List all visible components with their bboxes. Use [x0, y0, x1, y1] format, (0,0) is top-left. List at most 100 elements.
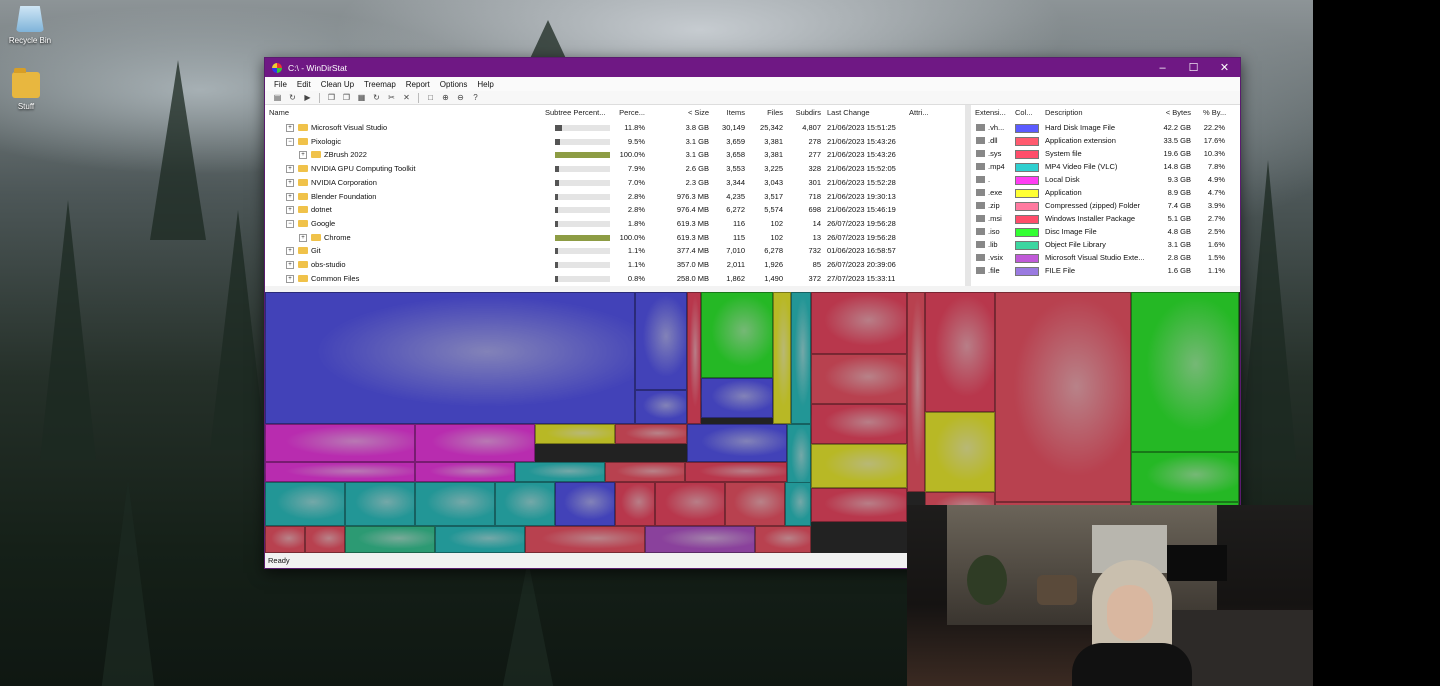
expand-icon[interactable]: +	[286, 165, 294, 174]
treemap-tile[interactable]	[515, 462, 605, 482]
extension-row[interactable]: .dll Application extension 33.5 GB 17.6%	[971, 134, 1240, 147]
treemap-tile[interactable]	[635, 390, 687, 424]
treemap-tile[interactable]	[1131, 452, 1239, 502]
column-header[interactable]: Perce...	[619, 108, 645, 117]
treemap-tile[interactable]	[773, 292, 791, 424]
column-header[interactable]: Last Change	[827, 108, 870, 117]
column-header[interactable]: Description	[1045, 108, 1083, 117]
treemap-tile[interactable]	[265, 292, 635, 424]
maximize-button[interactable]: ☐	[1178, 58, 1209, 77]
treemap-tile[interactable]	[605, 462, 685, 482]
treemap-tile[interactable]	[635, 292, 687, 390]
extension-row[interactable]: .vsix Microsoft Visual Studio Exte... 2.8 …	[971, 251, 1240, 264]
title-bar[interactable]: C:\ - WinDirStat – ☐ ✕	[265, 58, 1240, 77]
zoom-in-icon[interactable]: ⊕	[439, 92, 452, 103]
tree-row[interactable]: + Microsoft Visual Studio 11.8% 3.8 GB 30,14…	[265, 121, 965, 135]
treemap-tile[interactable]	[345, 526, 435, 553]
extension-row[interactable]: .mp4 MP4 Video File (VLC) 14.8 GB 7.8%	[971, 160, 1240, 173]
treemap-tile[interactable]	[687, 292, 701, 424]
tree-row[interactable]: + dotnet 2.8% 976.4 MB 6,272 5,574 698 21/06/20…	[265, 203, 965, 217]
tree-row[interactable]: + Common Files 0.8% 258.0 MB 1,862 1,490 372 27…	[265, 272, 965, 286]
tree-row[interactable]: + ZBrush 2022 100.0% 3.1 GB 3,658 3,381 277 21/…	[265, 148, 965, 162]
menu-clean-up[interactable]: Clean Up	[316, 80, 359, 89]
column-header[interactable]: Subtree Percent...	[545, 108, 605, 117]
column-header[interactable]: Subdirs	[795, 108, 821, 117]
refresh-icon[interactable]: ↻	[370, 92, 383, 103]
treemap-tile[interactable]	[811, 292, 907, 354]
expand-icon[interactable]: +	[299, 151, 307, 160]
tree-row[interactable]: + Blender Foundation 2.8% 976.3 MB 4,235 3,51…	[265, 190, 965, 204]
treemap-tile[interactable]	[811, 354, 907, 404]
expand-icon[interactable]: +	[286, 247, 294, 256]
treemap-tile[interactable]	[811, 404, 907, 444]
treemap-tile[interactable]	[995, 292, 1131, 502]
collapse-icon[interactable]: −	[286, 137, 294, 146]
extension-row[interactable]: .vh... Hard Disk Image File 42.2 GB 22.2%	[971, 121, 1240, 134]
tree-row[interactable]: + NVIDIA Corporation 7.0% 2.3 GB 3,344 3,043 3…	[265, 176, 965, 190]
copy-icon[interactable]: ❐	[325, 92, 338, 103]
expand-icon[interactable]: +	[286, 274, 294, 283]
properties-icon[interactable]: ▦	[355, 92, 368, 103]
treemap-tile[interactable]	[925, 292, 995, 412]
treemap-tile[interactable]	[791, 292, 811, 424]
treemap-tile[interactable]	[495, 482, 555, 526]
treemap-tile[interactable]	[701, 378, 773, 418]
treemap-tile[interactable]	[615, 424, 687, 444]
treemap-tile[interactable]	[305, 526, 345, 553]
treemap-tile[interactable]	[415, 424, 535, 462]
menu-file[interactable]: File	[269, 80, 292, 89]
column-header[interactable]: < Bytes	[1147, 108, 1191, 117]
collapse-icon[interactable]: −	[286, 219, 294, 228]
treemap-tile[interactable]	[655, 482, 725, 526]
tree-row[interactable]: − Pixologic 9.5% 3.1 GB 3,659 3,381 278 21/06/2…	[265, 135, 965, 149]
treemap-tile[interactable]	[755, 526, 811, 553]
clean-icon[interactable]: ✂	[385, 92, 398, 103]
play-icon[interactable]: ▶	[301, 92, 314, 103]
column-header[interactable]: < Size	[675, 108, 709, 117]
blank-icon[interactable]: □	[424, 92, 437, 103]
menu-edit[interactable]: Edit	[292, 80, 316, 89]
zoom-out-icon[interactable]: ⊖	[454, 92, 467, 103]
open-icon[interactable]: ▤	[271, 92, 284, 103]
treemap-tile[interactable]	[1131, 292, 1239, 452]
tree-row[interactable]: − Google 1.8% 619.3 MB 116 102 14 26/07/2023 19…	[265, 217, 965, 231]
treemap-tile[interactable]	[645, 526, 755, 553]
desktop-icon-recycle-bin[interactable]: Recycle Bin	[0, 6, 60, 45]
column-header[interactable]: Items	[721, 108, 745, 117]
expand-icon[interactable]: +	[299, 233, 307, 242]
treemap-tile[interactable]	[415, 462, 515, 482]
help-icon[interactable]: ?	[469, 92, 482, 103]
tree-row[interactable]: + Chrome 100.0% 619.3 MB 115 102 13 26/07/2023 …	[265, 231, 965, 245]
menu-report[interactable]: Report	[401, 80, 435, 89]
treemap-tile[interactable]	[345, 482, 415, 526]
menu-options[interactable]: Options	[435, 80, 473, 89]
expand-icon[interactable]: +	[286, 192, 294, 201]
copy-icon[interactable]: ❐	[340, 92, 353, 103]
desktop-icon-stuff[interactable]: Stuff	[0, 68, 56, 111]
treemap-tile[interactable]	[265, 462, 415, 482]
treemap-tile[interactable]	[785, 482, 811, 526]
extension-row[interactable]: .iso Disc Image File 4.8 GB 2.5%	[971, 225, 1240, 238]
treemap-tile[interactable]	[907, 292, 925, 492]
treemap-tile[interactable]	[685, 462, 787, 482]
close-button[interactable]: ✕	[1209, 58, 1240, 77]
menu-help[interactable]: Help	[472, 80, 498, 89]
tree-row[interactable]: + Git 1.1% 377.4 MB 7,010 6,278 732 01/06/2023 …	[265, 244, 965, 258]
extension-row[interactable]: .file FILE File 1.6 GB 1.1%	[971, 264, 1240, 277]
column-header[interactable]: Name	[269, 108, 289, 117]
treemap-tile[interactable]	[687, 424, 787, 462]
column-header[interactable]: % By...	[1203, 108, 1226, 117]
extension-list[interactable]: Extensi... Col... Description < Bytes % By..…	[971, 105, 1240, 286]
tree-row[interactable]: + NVIDIA GPU Computing Toolkit 7.9% 2.6 GB 3…	[265, 162, 965, 176]
refresh-icon[interactable]: ↻	[286, 92, 299, 103]
tree-row[interactable]: + obs-studio 1.1% 357.0 MB 2,011 1,926 85 26/07…	[265, 258, 965, 272]
extension-row[interactable]: . Local Disk 9.3 GB 4.9%	[971, 173, 1240, 186]
treemap-tile[interactable]	[725, 482, 785, 526]
extension-row[interactable]: .zip Compressed (zipped) Folder 7.4 GB 3.9%	[971, 199, 1240, 212]
directory-tree[interactable]: Name Subtree Percent... Perce... < Size Item…	[265, 105, 965, 286]
extension-row[interactable]: .sys System file 19.6 GB 10.3%	[971, 147, 1240, 160]
treemap-tile[interactable]	[555, 482, 615, 526]
expand-icon[interactable]: +	[286, 124, 294, 132]
expand-icon[interactable]: +	[286, 206, 294, 215]
expand-icon[interactable]: +	[286, 261, 294, 269]
